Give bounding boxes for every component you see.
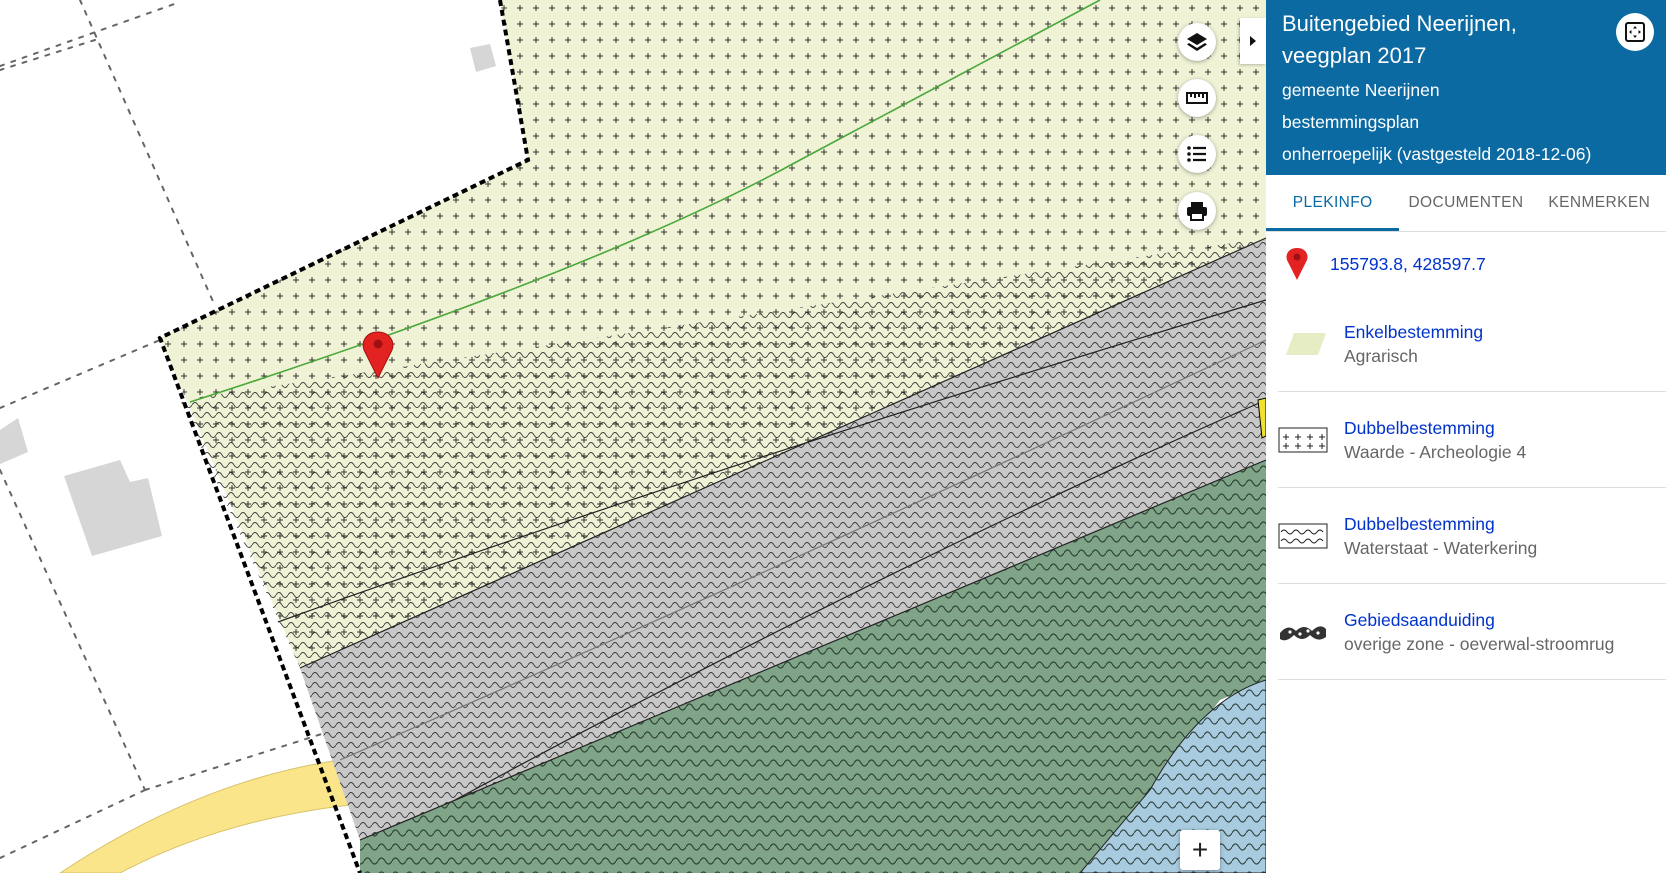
layers-button[interactable] (1178, 23, 1216, 61)
tab-documenten[interactable]: DOCUMENTEN (1399, 175, 1532, 231)
legend-value: overige zone - oeverwal-stroomrug (1344, 633, 1615, 654)
legend-item: Enkelbestemming Agrarisch (1278, 296, 1666, 392)
printer-icon (1187, 202, 1207, 221)
chevron-right-icon (1250, 36, 1256, 46)
collapse-panel-button[interactable] (1240, 18, 1266, 64)
legend-label[interactable]: Enkelbestemming (1344, 320, 1483, 344)
legend-label[interactable]: Gebiedsaanduiding (1344, 608, 1614, 632)
measure-button[interactable] (1178, 79, 1216, 117)
fullscreen-icon (1625, 22, 1645, 42)
agrarisch-swatch-icon (1286, 332, 1326, 355)
zoom-in-button[interactable]: + (1180, 830, 1220, 870)
legend-value: Agrarisch (1344, 345, 1418, 366)
list-icon (1187, 146, 1206, 162)
layers-icon (1187, 33, 1207, 51)
plan-title: Buitengebied Neerijnen, veegplan 2017 (1282, 11, 1517, 68)
oeverwal-swatch-icon (1280, 625, 1326, 640)
road (59, 759, 351, 873)
plan-header: Buitengebied Neerijnen, veegplan 2017 ge… (1266, 0, 1666, 175)
building (470, 44, 496, 72)
waterkering-swatch-icon (1278, 523, 1328, 548)
archeologie-swatch-icon (1278, 427, 1328, 452)
map-marker-icon (1286, 248, 1308, 280)
legend-label[interactable]: Dubbelbestemming (1344, 512, 1537, 536)
map-viewport[interactable]: + (0, 0, 1266, 873)
fullscreen-button[interactable] (1616, 13, 1654, 51)
legend-value: Waterstaat - Waterkering (1344, 537, 1538, 558)
print-button[interactable] (1178, 192, 1216, 230)
legend-item: Gebiedsaanduiding overige zone - oeverwa… (1278, 584, 1666, 680)
panel-tabs: PLEKINFO DOCUMENTEN KENMERKEN (1266, 175, 1666, 232)
info-panel: Buitengebied Neerijnen, veegplan 2017 ge… (1266, 0, 1666, 873)
tab-plekinfo[interactable]: PLEKINFO (1266, 175, 1400, 231)
legend-item: Dubbelbestemming Waarde - Archeologie 4 (1278, 392, 1666, 488)
legend-item: Dubbelbestemming Waterstaat - Waterkerin… (1278, 488, 1666, 584)
plan-type: bestemmingsplan (1282, 112, 1420, 132)
tab-kenmerken[interactable]: KENMERKEN (1533, 175, 1666, 231)
building (0, 418, 28, 464)
coordinates[interactable]: 155793.8, 428597.7 (1330, 254, 1486, 275)
legend-label[interactable]: Dubbelbestemming (1344, 416, 1526, 440)
legend-value: Waarde - Archeologie 4 (1344, 441, 1527, 462)
legend-button[interactable] (1178, 135, 1216, 173)
ruler-icon (1186, 92, 1208, 104)
plan-status: onherroepelijk (vastgesteld 2018-12-06) (1282, 144, 1592, 164)
building (64, 460, 162, 556)
coordinate-row: 155793.8, 428597.7 (1266, 232, 1666, 296)
map-canvas[interactable] (0, 0, 1266, 873)
plan-municipality: gemeente Neerijnen (1282, 80, 1440, 100)
